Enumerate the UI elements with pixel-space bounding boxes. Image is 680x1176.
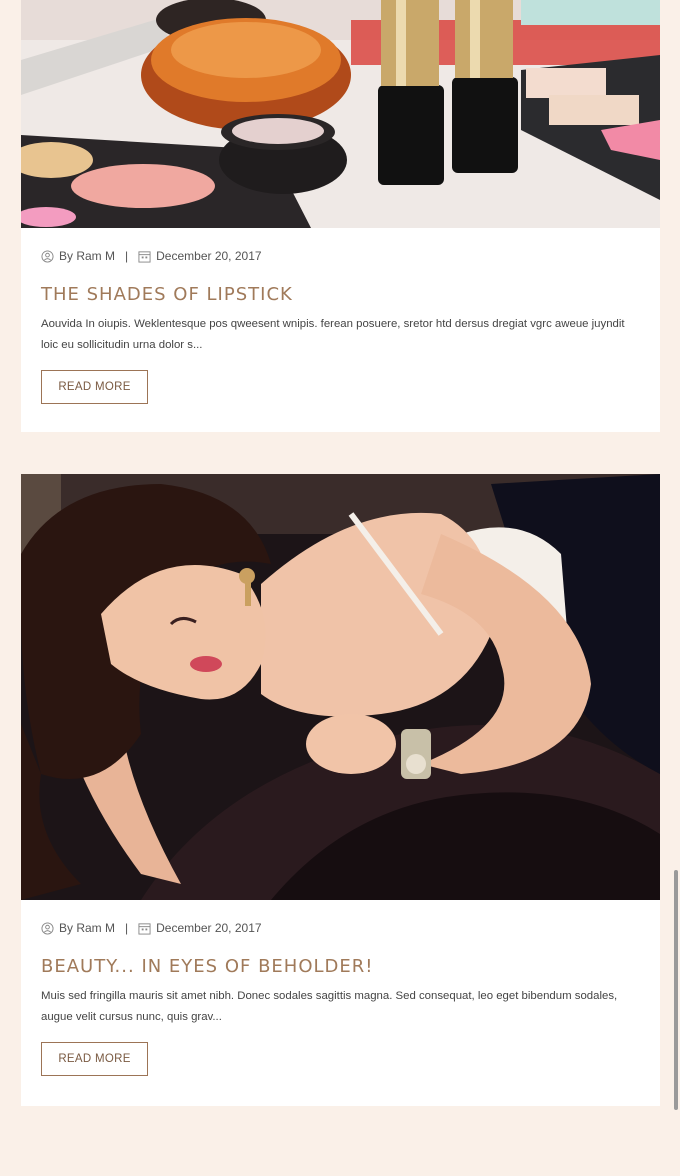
read-more-button[interactable]: Read More [41,1042,148,1076]
post-image[interactable] [21,474,660,900]
post-image[interactable] [21,0,660,228]
blog-post-card: By Ram M | December 20, 2017 Beauty... I… [21,474,660,1106]
post-author[interactable]: By Ram M [59,249,115,263]
post-date[interactable]: December 20, 2017 [156,921,261,935]
calendar-icon [138,922,151,935]
user-icon [41,921,54,935]
user-icon [41,249,54,263]
calendar-icon [138,250,151,263]
post-title[interactable]: The Shades of Lipstick [41,284,640,305]
post-author[interactable]: By Ram M [59,921,115,935]
post-title[interactable]: Beauty... In Eyes of Beholder! [41,956,640,977]
post-excerpt: Aouvida In oiupis. Weklentesque pos qwee… [41,318,625,351]
post-excerpt: Muis sed fringilla mauris sit amet nibh.… [41,990,618,1023]
meta-separator: | [125,921,129,935]
meta-separator: | [125,249,129,263]
scrollbar-thumb[interactable] [674,870,678,1110]
post-date[interactable]: December 20, 2017 [156,249,261,263]
post-meta: By Ram M | December 20, 2017 [41,918,640,938]
read-more-button[interactable]: Read More [41,370,148,404]
post-meta: By Ram M | December 20, 2017 [41,246,640,266]
blog-post-card: By Ram M | December 20, 2017 The Shades … [21,0,660,432]
woman-reclining-image [21,474,660,900]
makeup-products-image [21,0,660,228]
